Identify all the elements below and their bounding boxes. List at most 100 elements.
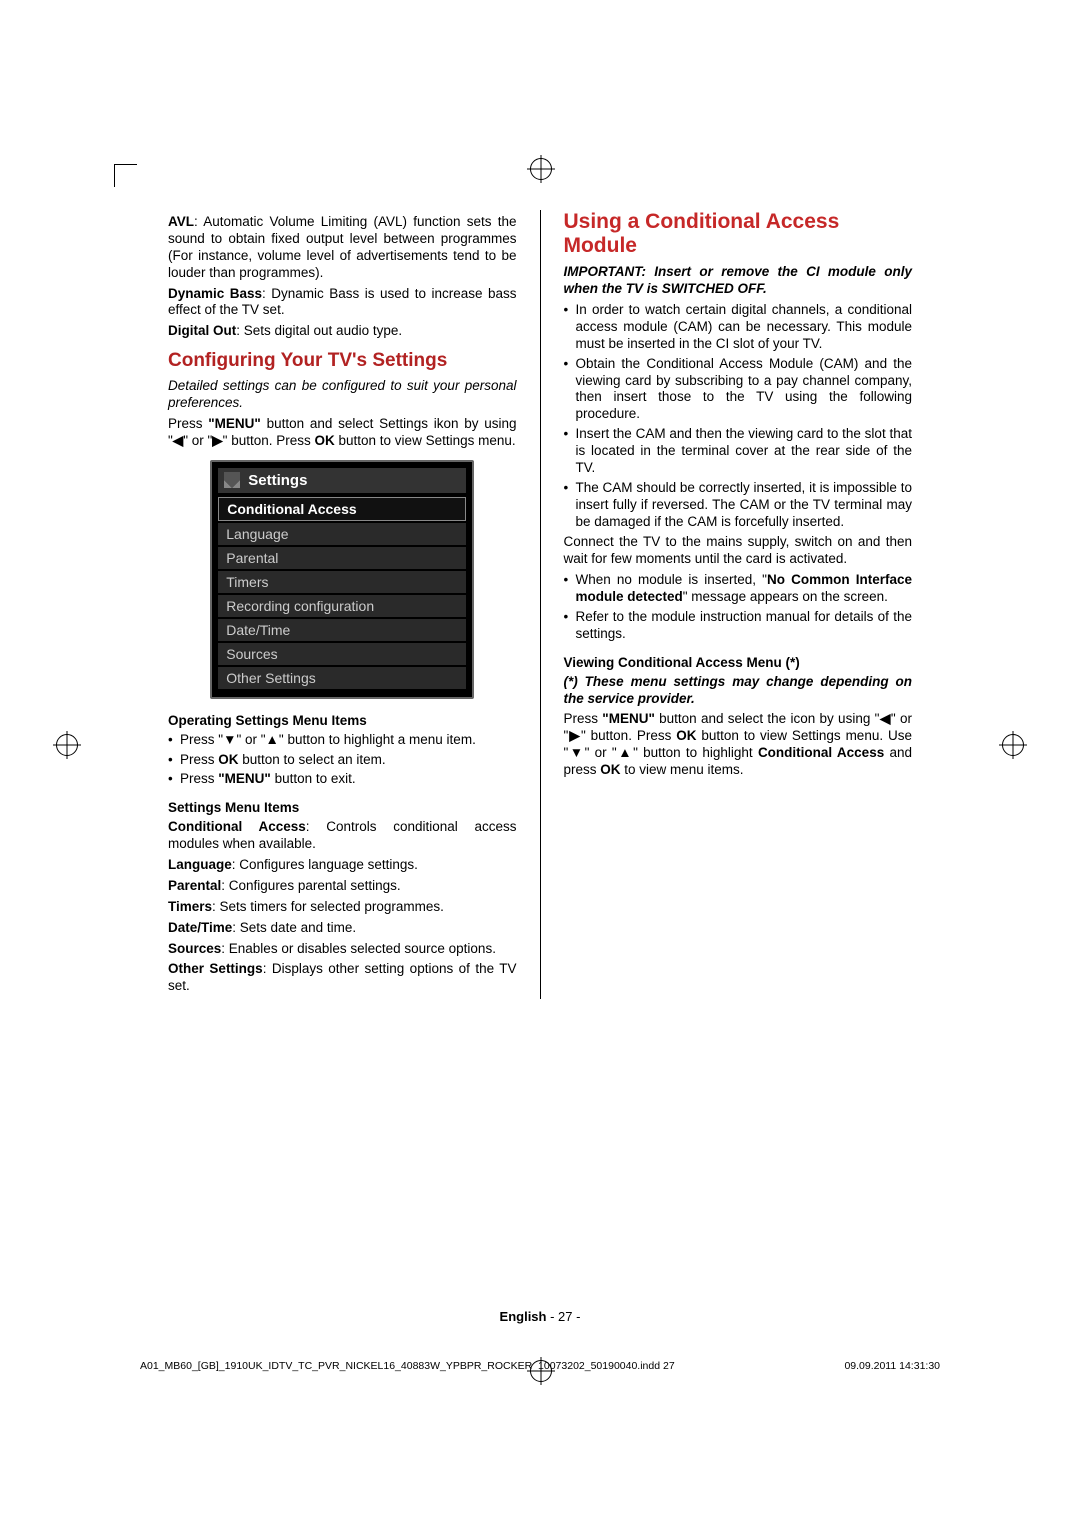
txt: " or ": [236, 732, 265, 747]
txt: : Configures parental settings.: [221, 878, 400, 893]
down-arrow-icon: ▼: [568, 745, 584, 760]
right-column: Using a Conditional Access Module IMPORT…: [563, 210, 912, 999]
txt: : Configures language settings.: [232, 857, 418, 872]
txt: Press: [563, 711, 602, 726]
registration-mark-icon: [56, 734, 78, 756]
menu-item: Date/Time: [218, 619, 466, 641]
settings-icon: [224, 472, 240, 488]
txt: button and select the icon by using ": [655, 711, 880, 726]
label: Date/Time: [168, 920, 232, 935]
label: Language: [168, 857, 232, 872]
ok-label: OK: [676, 728, 696, 743]
desc-datetime: Date/Time: Sets date and time.: [168, 920, 517, 937]
menu-title: Settings: [248, 472, 307, 489]
desc-sources: Sources: Enables or disables selected so…: [168, 941, 517, 958]
dyn-label: Dynamic Bass: [168, 286, 262, 301]
list-item: In order to watch certain digital channe…: [563, 302, 912, 353]
list-item: When no module is inserted, "No Common I…: [563, 572, 912, 606]
viewing-cam-heading: Viewing Conditional Access Menu (*): [563, 655, 912, 670]
left-arrow-icon: ◀: [879, 711, 890, 726]
config-intro: Detailed settings can be configured to s…: [168, 378, 517, 412]
desc-language: Language: Configures language settings.: [168, 857, 517, 874]
ca-label: Conditional Access: [758, 745, 884, 760]
dout-label: Digital Out: [168, 323, 236, 338]
txt: button to view Settings menu.: [335, 433, 516, 448]
txt: : Sets timers for selected programmes.: [212, 899, 444, 914]
viewing-note: (*) These menu settings may change depen…: [563, 674, 912, 708]
settings-menu-screenshot: Settings Conditional Access Language Par…: [210, 460, 474, 699]
list-item: Press OK button to select an item.: [168, 752, 517, 769]
left-arrow-icon: ◀: [173, 433, 183, 448]
txt: : Enables or disables selected source op…: [221, 941, 496, 956]
menu-item: Parental: [218, 547, 466, 569]
menu-label: "MENU": [218, 771, 271, 786]
right-arrow-icon: ▶: [568, 728, 581, 743]
registration-mark-icon: [1002, 734, 1024, 756]
list-item: Obtain the Conditional Access Module (CA…: [563, 356, 912, 424]
press-menu-paragraph: Press "MENU" button and select Settings …: [168, 416, 517, 450]
menu-title-row: Settings: [218, 468, 466, 493]
menu-item-selected: Conditional Access: [218, 497, 466, 521]
txt: When no module is inserted, ": [575, 572, 767, 587]
cam-list-1: In order to watch certain digital channe…: [563, 302, 912, 530]
txt: " or ": [585, 745, 617, 760]
page-content: AVL: Automatic Volume Limiting (AVL) fun…: [168, 210, 912, 999]
list-item: The CAM should be correctly inserted, it…: [563, 480, 912, 531]
operating-list: Press "▼" or "▲" button to highlight a m…: [168, 732, 517, 789]
txt: Press: [168, 416, 208, 431]
ok-label: OK: [218, 752, 238, 767]
list-item: Refer to the module instruction manual f…: [563, 609, 912, 643]
menu-item: Recording configuration: [218, 595, 466, 617]
viewing-press-paragraph: Press "MENU" button and select the icon …: [563, 711, 912, 779]
cam-heading: Using a Conditional Access Module: [563, 210, 912, 258]
avl-paragraph: AVL: Automatic Volume Limiting (AVL) fun…: [168, 214, 517, 282]
desc-conditional: Conditional Access: Controls conditional…: [168, 819, 517, 853]
menu-item: Language: [218, 523, 466, 545]
registration-mark-icon: [530, 158, 552, 180]
meta-timestamp: 09.09.2011 14:31:30: [844, 1360, 940, 1372]
txt: button to exit.: [271, 771, 356, 786]
desc-timers: Timers: Sets timers for selected program…: [168, 899, 517, 916]
txt: Press ": [180, 732, 223, 747]
label: Parental: [168, 878, 221, 893]
cam-list-2: When no module is inserted, "No Common I…: [563, 572, 912, 643]
txt: " button. Press: [581, 728, 676, 743]
page-footer: English - 27 -: [168, 1309, 912, 1324]
footer-page: - 27 -: [546, 1309, 580, 1324]
configuring-heading: Configuring Your TV's Settings: [168, 350, 517, 372]
menu-item: Other Settings: [218, 667, 466, 689]
list-item: Press "MENU" button to exit.: [168, 771, 517, 788]
column-divider: [540, 210, 541, 999]
txt: " button to highlight: [633, 745, 758, 760]
desc-other: Other Settings: Displays other setting o…: [168, 961, 517, 995]
txt: : Sets date and time.: [232, 920, 356, 935]
txt: " message appears on the screen.: [683, 589, 888, 604]
list-item: Insert the CAM and then the viewing card…: [563, 426, 912, 477]
left-column: AVL: Automatic Volume Limiting (AVL) fun…: [168, 210, 517, 999]
txt: " button to highlight a menu item.: [279, 732, 476, 747]
crop-mark: [114, 164, 137, 187]
dynamic-bass-paragraph: Dynamic Bass: Dynamic Bass is used to in…: [168, 286, 517, 320]
dout-text: : Sets digital out audio type.: [236, 323, 402, 338]
label: Timers: [168, 899, 212, 914]
txt: button to select an item.: [239, 752, 386, 767]
ok-label: OK: [315, 433, 335, 448]
up-arrow-icon: ▲: [617, 745, 633, 760]
menu-label: "MENU": [602, 711, 655, 726]
txt: " button. Press: [223, 433, 315, 448]
txt: to view menu items.: [621, 762, 744, 777]
ok-label: OK: [600, 762, 620, 777]
registration-mark-icon: [530, 1360, 552, 1382]
txt: Press: [180, 771, 218, 786]
avl-text: : Automatic Volume Limiting (AVL) functi…: [168, 214, 517, 280]
up-arrow-icon: ▲: [266, 732, 279, 747]
operating-heading: Operating Settings Menu Items: [168, 713, 517, 728]
right-arrow-icon: ▶: [212, 433, 222, 448]
menu-item: Sources: [218, 643, 466, 665]
footer-language: English: [500, 1309, 547, 1324]
menu-item: Timers: [218, 571, 466, 593]
avl-label: AVL: [168, 214, 194, 229]
desc-parental: Parental: Configures parental settings.: [168, 878, 517, 895]
list-item: Press "▼" or "▲" button to highlight a m…: [168, 732, 517, 749]
txt: " or ": [183, 433, 212, 448]
